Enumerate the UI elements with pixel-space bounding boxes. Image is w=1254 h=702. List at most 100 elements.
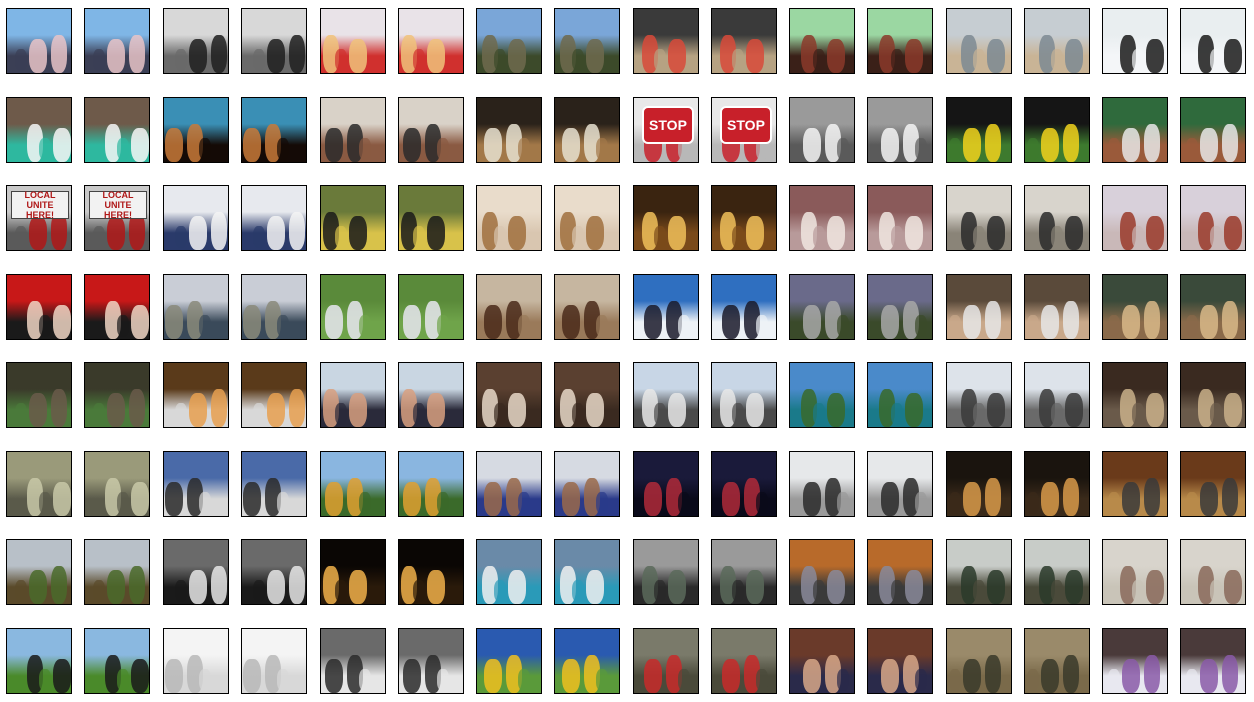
scene-subject: [325, 659, 343, 693]
scene-subject: [963, 482, 981, 516]
scene-subject: [973, 49, 985, 71]
scene-subject: [349, 570, 367, 604]
thumbnail-table-with-food-reconstruction: [1024, 274, 1090, 340]
scene-subject: [905, 393, 923, 427]
scene-subject: [756, 315, 768, 337]
scene-subject: [93, 49, 105, 71]
thumbnail-beach-crowd-reconstruction: [1024, 8, 1090, 74]
scene-subject: [508, 570, 526, 604]
thumbnail-dinner-group-original: [476, 362, 542, 428]
scene-subject: [562, 482, 580, 516]
scene-subject: [746, 39, 764, 73]
thumbnail-balcony-city-night-original: [163, 362, 229, 428]
thumbnail-station-interior-original: [633, 628, 699, 694]
scene-subject: [1122, 482, 1140, 516]
scene-subject: [803, 305, 821, 339]
scene-subject: [915, 315, 927, 337]
scene-subject: [1132, 403, 1144, 425]
scene-subject: [987, 570, 1005, 604]
scene-subject: [437, 669, 449, 691]
scene-subject: [211, 389, 227, 427]
scene-subject: [756, 669, 768, 691]
thumbnail-arched-doorway-original: [946, 451, 1012, 517]
scene-subject: [973, 580, 985, 602]
scene-subject: [359, 492, 371, 514]
thumbnail-hotel-bedroom-original: [476, 185, 542, 251]
scene-subject: [837, 315, 849, 337]
thumbnail-crowd-watching-original: [789, 628, 855, 694]
scene-subject: [837, 669, 849, 691]
scene-subject: [508, 39, 526, 73]
thumbnail-people-group-reconstruction: [84, 8, 150, 74]
scene-subject: [508, 393, 526, 427]
thumbnail-child-on-grass-reconstruction: [398, 274, 464, 340]
scene-subject: [586, 216, 604, 250]
thumbnail-man-in-dark-room-reconstruction: [711, 451, 777, 517]
scene-subject: [1027, 138, 1039, 160]
scene-subject: [199, 138, 211, 160]
scene-subject: [949, 492, 961, 514]
scene-subject: [427, 393, 445, 427]
scene-subject: [253, 580, 265, 602]
scene-subject: [881, 482, 899, 516]
scene-subject: [1200, 659, 1218, 693]
thumbnail-office-desk-original: [946, 185, 1012, 251]
thumbnail-rodeo-horses-original: [476, 274, 542, 340]
scene-subject: [1027, 492, 1039, 514]
scene-subject: [129, 389, 145, 427]
scene-subject: [1063, 124, 1079, 162]
scene-subject: [1051, 49, 1063, 71]
thumbnail-office-desk-reconstruction: [1024, 185, 1090, 251]
scene-subject: [915, 669, 927, 691]
scene-subject: [117, 138, 129, 160]
scene-subject: [484, 659, 502, 693]
scene-subject: [1146, 39, 1164, 73]
thumbnail-soccer-team-yellow-reconstruction: [1024, 97, 1090, 163]
thumbnail-snow-skier-original: [633, 274, 699, 340]
scene-subject: [678, 315, 690, 337]
scene-subject: [93, 226, 105, 248]
thumbnail-street-crowd-reconstruction: [867, 274, 933, 340]
scene-subject: [253, 49, 265, 71]
thumbnail-ski-selfie-reconstruction: [398, 362, 464, 428]
scene-subject: [335, 226, 347, 248]
thumbnail-subway-station-original: [6, 451, 72, 517]
thumbnail-people-at-tables-reconstruction: [867, 8, 933, 74]
scene-subject: [131, 305, 149, 339]
scene-subject: [289, 389, 305, 427]
thumbnail-street-lamps-night-original: [320, 539, 386, 605]
thumbnail-hands-on-table-original: [320, 185, 386, 251]
thumbnail-resort-pool-reconstruction: [867, 362, 933, 428]
scene-subject: [644, 305, 662, 339]
scene-subject: [1144, 301, 1160, 339]
scene-subject: [987, 216, 1005, 250]
scene-subject: [732, 226, 744, 248]
scene-subject: [1063, 478, 1079, 516]
scene-subject: [905, 39, 923, 73]
scene-subject: [413, 226, 425, 248]
scene-subject: [51, 35, 67, 73]
thumbnail-green-crocodile-toy-reconstruction: [84, 97, 150, 163]
thumbnail-white-dining-room-reconstruction: [241, 628, 307, 694]
thumbnail-harbor-boats-reconstruction: [241, 274, 307, 340]
scene-subject: [803, 482, 821, 516]
thumbnail-dinner-group-reconstruction: [554, 362, 620, 428]
scene-subject: [39, 492, 51, 514]
scene-subject: [1108, 315, 1120, 337]
thumbnail-harbor-boats-original: [163, 274, 229, 340]
scene-subject: [644, 482, 662, 516]
scene-subject: [253, 403, 265, 425]
scene-subject: [427, 570, 445, 604]
thumbnail-palm-street-reconstruction: [84, 539, 150, 605]
scene-subject: [905, 216, 923, 250]
scene-subject: [131, 659, 149, 693]
thumbnail-waterfall-rocks-reconstruction: [554, 539, 620, 605]
scene-subject: [586, 39, 604, 73]
scene-subject: [963, 659, 981, 693]
thumbnail-mountain-hiker-reconstruction: [554, 8, 620, 74]
scene-subject: [39, 315, 51, 337]
scene-subject: [668, 570, 686, 604]
thumbnail-wedding-table-original: [1102, 628, 1168, 694]
thumbnail-giraffe-reconstruction: [1180, 274, 1246, 340]
scene-subject: [949, 138, 961, 160]
